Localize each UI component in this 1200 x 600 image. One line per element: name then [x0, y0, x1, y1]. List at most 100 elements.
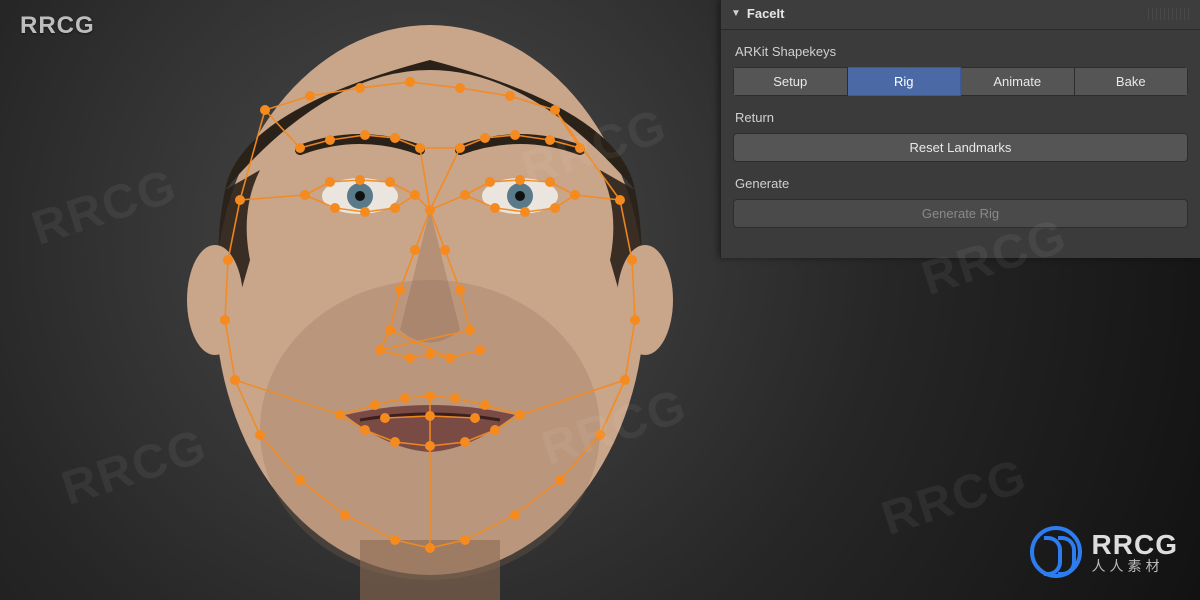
landmark-dot[interactable] — [230, 375, 240, 385]
landmark-dot[interactable] — [630, 315, 640, 325]
landmark-dot[interactable] — [470, 413, 480, 423]
landmark-dot[interactable] — [295, 475, 305, 485]
landmark-edge — [620, 200, 632, 260]
landmark-dot[interactable] — [555, 475, 565, 485]
landmark-dot[interactable] — [425, 441, 435, 451]
landmark-dot[interactable] — [360, 130, 370, 140]
landmark-dot[interactable] — [400, 393, 410, 403]
landmark-dot[interactable] — [355, 83, 365, 93]
landmark-dot[interactable] — [620, 375, 630, 385]
landmark-dot[interactable] — [220, 315, 230, 325]
tab-rig[interactable]: Rig — [848, 67, 962, 96]
landmark-dot[interactable] — [440, 245, 450, 255]
panel-grip-icon[interactable] — [1148, 8, 1190, 20]
landmark-dot[interactable] — [410, 190, 420, 200]
landmark-dot[interactable] — [550, 105, 560, 115]
reset-landmarks-button[interactable]: Reset Landmarks — [733, 133, 1188, 162]
landmark-dot[interactable] — [595, 430, 605, 440]
landmark-edge — [555, 110, 620, 200]
landmark-dot[interactable] — [425, 205, 435, 215]
landmark-dot[interactable] — [627, 255, 637, 265]
panel-header[interactable]: ▼ FaceIt — [721, 0, 1200, 30]
landmark-dot[interactable] — [255, 430, 265, 440]
landmark-dot[interactable] — [325, 135, 335, 145]
landmark-dot[interactable] — [390, 535, 400, 545]
landmark-dot[interactable] — [505, 91, 515, 101]
landmark-dot[interactable] — [390, 203, 400, 213]
landmark-dot[interactable] — [485, 177, 495, 187]
landmark-dot[interactable] — [375, 345, 385, 355]
landmark-dot[interactable] — [305, 91, 315, 101]
landmark-dot[interactable] — [330, 203, 340, 213]
landmark-dot[interactable] — [510, 510, 520, 520]
landmark-dot[interactable] — [295, 143, 305, 153]
landmark-dot[interactable] — [425, 349, 435, 359]
collapse-triangle-icon[interactable]: ▼ — [731, 8, 741, 19]
landmark-dot[interactable] — [415, 143, 425, 153]
landmark-dot[interactable] — [410, 245, 420, 255]
landmark-edge — [560, 435, 600, 480]
landmark-dot[interactable] — [425, 411, 435, 421]
landmark-dot[interactable] — [545, 135, 555, 145]
panel-title: FaceIt — [747, 6, 785, 21]
landmark-edge — [465, 515, 515, 540]
landmark-dot[interactable] — [235, 195, 245, 205]
landmark-edge — [310, 88, 360, 96]
landmark-dot[interactable] — [460, 535, 470, 545]
landmark-dot[interactable] — [385, 177, 395, 187]
tab-bake[interactable]: Bake — [1075, 67, 1189, 96]
tab-setup[interactable]: Setup — [733, 67, 848, 96]
landmark-edge — [632, 260, 635, 320]
landmark-dot[interactable] — [390, 133, 400, 143]
landmark-dot[interactable] — [405, 77, 415, 87]
landmark-dot[interactable] — [385, 325, 395, 335]
landmark-edge — [345, 515, 395, 540]
landmark-edge — [265, 96, 310, 110]
landmark-dot[interactable] — [455, 143, 465, 153]
landmark-dot[interactable] — [515, 410, 525, 420]
landmark-dot[interactable] — [445, 353, 455, 363]
landmark-dot[interactable] — [380, 413, 390, 423]
landmark-dot[interactable] — [405, 353, 415, 363]
landmark-dot[interactable] — [550, 203, 560, 213]
landmark-dot[interactable] — [490, 203, 500, 213]
landmark-dot[interactable] — [325, 177, 335, 187]
landmark-dot[interactable] — [460, 190, 470, 200]
landmark-dot[interactable] — [480, 400, 490, 410]
landmark-dot[interactable] — [455, 83, 465, 93]
landmark-dot[interactable] — [260, 105, 270, 115]
landmark-edge — [510, 96, 555, 110]
landmark-dot[interactable] — [455, 285, 465, 295]
landmark-dot[interactable] — [545, 177, 555, 187]
landmark-dot[interactable] — [360, 207, 370, 217]
landmark-dot[interactable] — [425, 391, 435, 401]
landmark-dot[interactable] — [395, 285, 405, 295]
landmark-dot[interactable] — [520, 207, 530, 217]
landmark-edge — [265, 110, 300, 148]
landmark-dot[interactable] — [300, 190, 310, 200]
landmark-edge — [390, 290, 400, 330]
landmark-dot[interactable] — [475, 345, 485, 355]
landmark-dot[interactable] — [355, 175, 365, 185]
landmark-dot[interactable] — [570, 190, 580, 200]
landmark-dot[interactable] — [480, 133, 490, 143]
landmark-dot[interactable] — [360, 425, 370, 435]
landmark-dot[interactable] — [460, 437, 470, 447]
landmark-edge — [228, 200, 240, 260]
landmark-dot[interactable] — [615, 195, 625, 205]
landmark-dot[interactable] — [515, 175, 525, 185]
landmark-dot[interactable] — [450, 393, 460, 403]
landmark-dot[interactable] — [335, 410, 345, 420]
landmark-edge — [400, 250, 415, 290]
landmark-dot[interactable] — [223, 255, 233, 265]
landmark-dot[interactable] — [490, 425, 500, 435]
landmark-dot[interactable] — [465, 325, 475, 335]
landmark-dot[interactable] — [340, 510, 350, 520]
landmark-dot[interactable] — [510, 130, 520, 140]
landmark-dot[interactable] — [370, 400, 380, 410]
landmark-edge — [430, 540, 465, 548]
landmark-dot[interactable] — [575, 143, 585, 153]
landmark-dot[interactable] — [425, 543, 435, 553]
landmark-dot[interactable] — [390, 437, 400, 447]
tab-animate[interactable]: Animate — [961, 67, 1075, 96]
